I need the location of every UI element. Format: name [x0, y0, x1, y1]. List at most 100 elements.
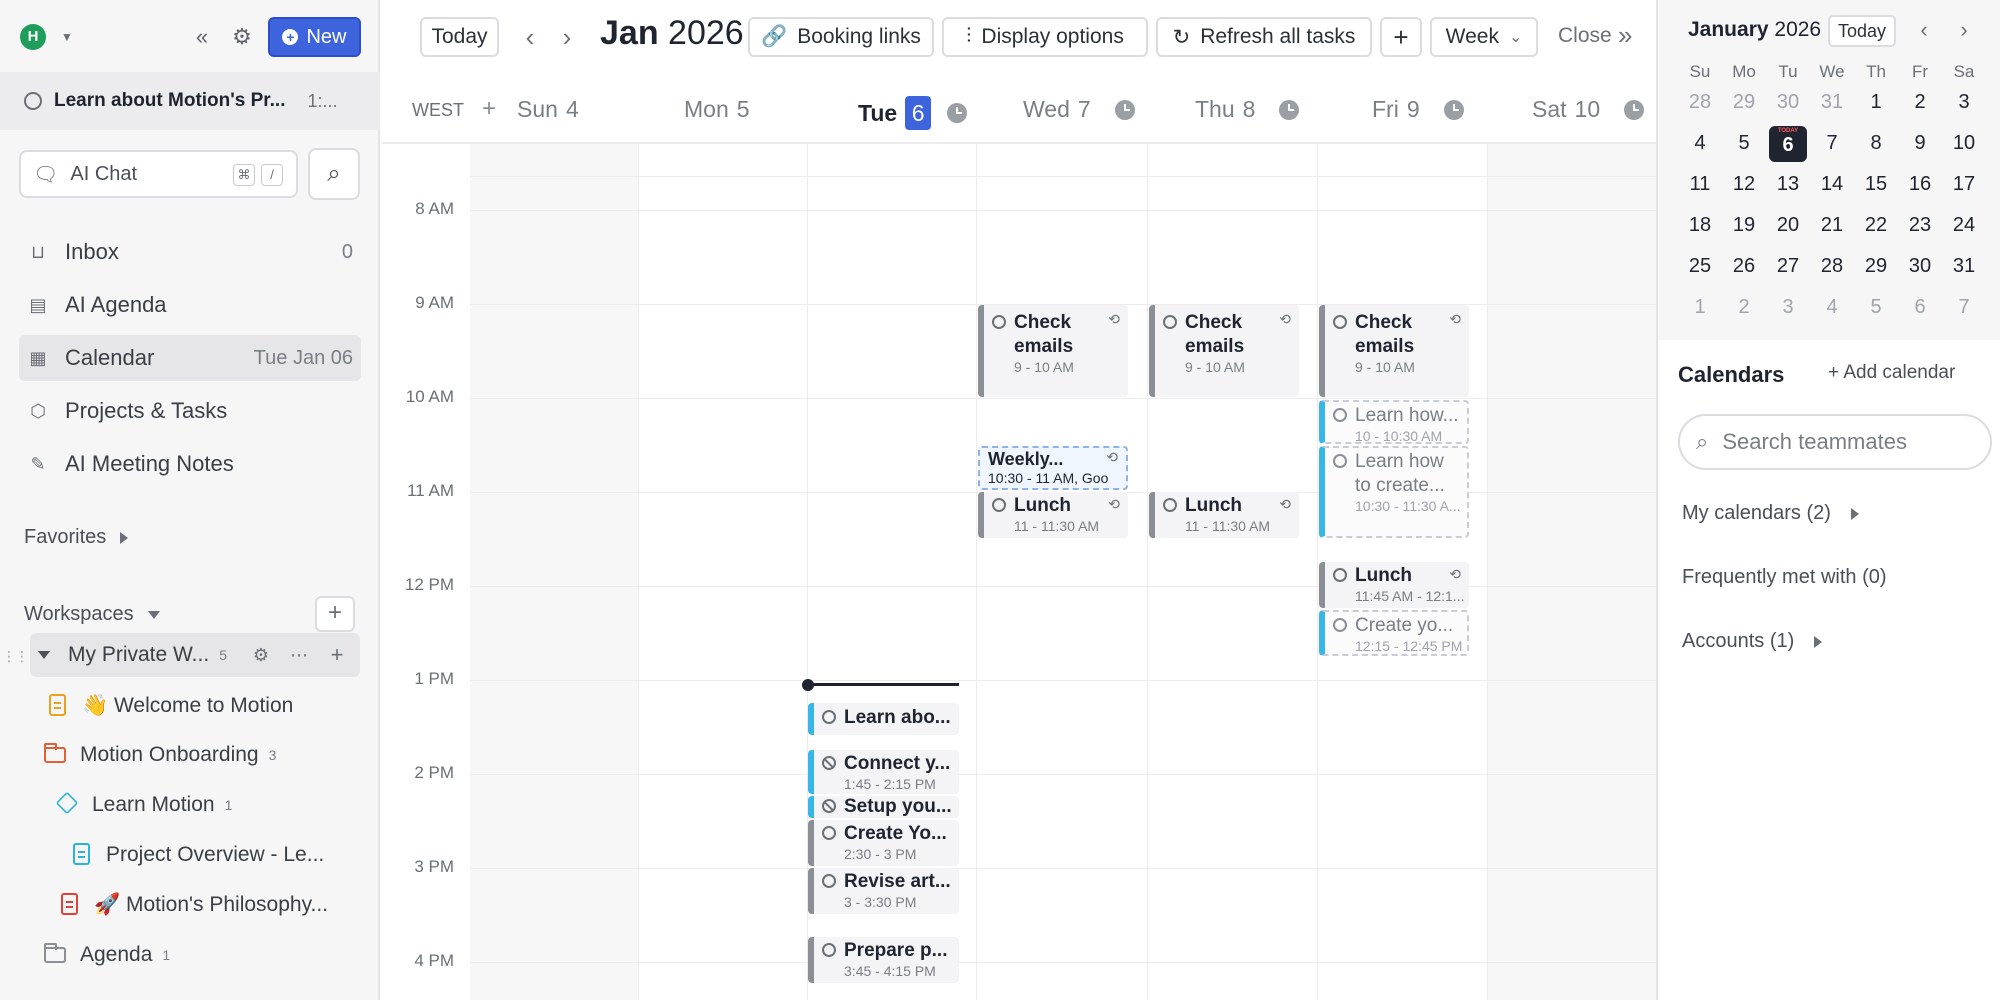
- event-check-emails-wed[interactable]: Check emails 9 - 10 AM ⟲: [978, 305, 1128, 397]
- current-task-banner[interactable]: Learn about Motion's Pr... 1:...: [0, 72, 380, 130]
- mini-day[interactable]: 6: [1766, 125, 1810, 162]
- mini-day[interactable]: 2: [1722, 296, 1766, 319]
- mini-day[interactable]: 8: [1854, 132, 1898, 155]
- mini-day[interactable]: 24: [1942, 214, 1986, 237]
- mini-day[interactable]: 18: [1678, 214, 1722, 237]
- clock-outline-icon[interactable]: [1333, 454, 1347, 468]
- drag-handle-icon[interactable]: ⋮⋮: [2, 646, 29, 666]
- clock-icon[interactable]: [947, 103, 968, 123]
- task-circle-icon[interactable]: [992, 315, 1006, 329]
- sidebar-item-ai-meeting-notes[interactable]: ✎ AI Meeting Notes: [19, 441, 361, 487]
- mini-day[interactable]: 23: [1898, 214, 1942, 237]
- expand-right-icon[interactable]: »: [1618, 20, 1632, 51]
- event-prepare-tue[interactable]: Prepare p... 3:45 - 4:15 PM: [808, 937, 959, 983]
- mini-day[interactable]: 9: [1898, 132, 1942, 155]
- mini-next-icon[interactable]: ›: [1951, 14, 1977, 46]
- sidebar-item-ai-agenda[interactable]: ▤ AI Agenda: [19, 282, 361, 328]
- mini-day[interactable]: 4: [1810, 296, 1854, 319]
- task-circle-icon[interactable]: [1333, 568, 1347, 582]
- mini-day[interactable]: 21: [1810, 214, 1854, 237]
- event-create-fri[interactable]: Create yo... 12:15 - 12:45 PM: [1319, 610, 1469, 656]
- mini-today-button[interactable]: Today: [1828, 15, 1897, 47]
- display-options-button[interactable]: ⫶ Display options: [942, 17, 1148, 57]
- mini-day[interactable]: 2: [1898, 91, 1942, 114]
- event-check-emails-thu[interactable]: Check emails 9 - 10 AM ⟲: [1149, 305, 1299, 397]
- mini-day[interactable]: 29: [1722, 91, 1766, 114]
- gear-icon[interactable]: ⚙: [224, 19, 260, 55]
- task-circle-icon[interactable]: [822, 943, 836, 957]
- day-header-mon[interactable]: Mon 5: [684, 96, 750, 123]
- calendar-grid[interactable]: 8 AM 9 AM 10 AM 11 AM 12 PM 1 PM 2 PM 3 …: [382, 144, 1656, 1000]
- task-circle-icon[interactable]: [822, 874, 836, 888]
- blocked-icon[interactable]: [822, 799, 836, 813]
- day-header-wed[interactable]: Wed 7: [1023, 96, 1135, 123]
- event-lunch-fri[interactable]: Lunch 11:45 AM - 12:1... ⟲: [1319, 562, 1469, 608]
- day-header-sat[interactable]: Sat 10: [1532, 96, 1645, 123]
- day-header-tue[interactable]: Tue 6: [858, 96, 968, 130]
- sidebar-item-projects-tasks[interactable]: ⬡ Projects & Tasks: [19, 388, 361, 434]
- close-panel-button[interactable]: Close: [1558, 24, 1612, 48]
- avatar[interactable]: H: [20, 24, 46, 50]
- tree-item-philosophy[interactable]: 🚀 Motion's Philosophy...: [58, 885, 328, 925]
- add-event-button[interactable]: +: [1380, 17, 1422, 57]
- mini-day[interactable]: 26: [1722, 255, 1766, 278]
- blocked-icon[interactable]: [822, 756, 836, 770]
- clock-icon[interactable]: [1114, 99, 1135, 120]
- booking-links-button[interactable]: 🔗 Booking links: [748, 17, 934, 57]
- collapse-sidebar-icon[interactable]: «: [184, 19, 220, 55]
- mini-day[interactable]: 20: [1766, 214, 1810, 237]
- mini-day[interactable]: 22: [1854, 214, 1898, 237]
- event-learn-create-fri[interactable]: Learn how to create... 10:30 - 11:30 A..…: [1319, 446, 1469, 538]
- mini-day[interactable]: 27: [1766, 255, 1810, 278]
- workspace-row[interactable]: My Private W... 5 ⚙ ⋯ +: [30, 633, 360, 677]
- task-status-icon[interactable]: [24, 92, 42, 110]
- task-circle-icon[interactable]: [1163, 315, 1177, 329]
- task-circle-icon[interactable]: [1163, 498, 1177, 512]
- event-check-emails-fri[interactable]: Check emails 9 - 10 AM ⟲: [1319, 305, 1469, 397]
- account-dropdown-icon[interactable]: ▼: [58, 28, 76, 46]
- mini-day[interactable]: 1: [1678, 296, 1722, 319]
- next-week-icon[interactable]: ›: [552, 20, 582, 54]
- day-header-sun[interactable]: Sun 4: [517, 96, 579, 123]
- task-circle-icon[interactable]: [822, 826, 836, 840]
- event-learn-about-tue[interactable]: Learn abo...: [808, 703, 959, 735]
- add-workspace-button[interactable]: +: [315, 596, 355, 632]
- day-header-fri[interactable]: Fri 9: [1372, 96, 1464, 123]
- workspace-settings-icon[interactable]: ⚙: [248, 642, 274, 668]
- clock-outline-icon[interactable]: [1333, 408, 1347, 422]
- clock-outline-icon[interactable]: [1333, 618, 1347, 632]
- event-create-tue[interactable]: Create Yo... 2:30 - 3 PM: [808, 820, 959, 866]
- event-weekly-meeting[interactable]: Weekly... 10:30 - 11 AM, Goo ⟲: [978, 446, 1128, 490]
- mini-day[interactable]: 30: [1898, 255, 1942, 278]
- mini-day[interactable]: 3: [1766, 296, 1810, 319]
- view-select[interactable]: Week ⌄: [1430, 17, 1538, 57]
- mini-day[interactable]: 16: [1898, 173, 1942, 196]
- event-setup-tue[interactable]: Setup you...: [808, 796, 959, 818]
- add-calendar-button[interactable]: + Add calendar: [1828, 362, 1955, 384]
- mini-day[interactable]: 13: [1766, 173, 1810, 196]
- add-timezone-icon[interactable]: +: [482, 95, 496, 123]
- accounts-row[interactable]: Accounts (1): [1682, 630, 1823, 653]
- mini-day[interactable]: 6: [1898, 296, 1942, 319]
- mini-day[interactable]: 28: [1810, 255, 1854, 278]
- clock-icon[interactable]: [1624, 99, 1645, 120]
- tree-item-project-overview[interactable]: Project Overview - Le...: [70, 835, 324, 875]
- event-learn-how-fri[interactable]: Learn how... 10 - 10:30 AM: [1319, 400, 1469, 444]
- mini-day[interactable]: 31: [1942, 255, 1986, 278]
- mini-day[interactable]: 5: [1854, 296, 1898, 319]
- prev-week-icon[interactable]: ‹: [515, 20, 545, 54]
- mini-day[interactable]: 30: [1766, 91, 1810, 114]
- mini-prev-icon[interactable]: ‹: [1911, 14, 1937, 46]
- event-lunch-thu[interactable]: Lunch 11 - 11:30 AM ⟲: [1149, 492, 1299, 538]
- mini-day[interactable]: 14: [1810, 173, 1854, 196]
- task-circle-icon[interactable]: [992, 498, 1006, 512]
- mini-day[interactable]: 3: [1942, 91, 1986, 114]
- today-button[interactable]: Today: [420, 17, 499, 57]
- ai-chat-button[interactable]: 🗨 AI Chat ⌘ /: [19, 150, 298, 198]
- mini-day[interactable]: 1: [1854, 91, 1898, 114]
- mini-day[interactable]: 28: [1678, 91, 1722, 114]
- mini-day[interactable]: 4: [1678, 132, 1722, 155]
- frequently-met-row[interactable]: Frequently met with (0): [1682, 566, 1887, 589]
- event-lunch-wed[interactable]: Lunch 11 - 11:30 AM ⟲: [978, 492, 1128, 538]
- mini-day[interactable]: 29: [1854, 255, 1898, 278]
